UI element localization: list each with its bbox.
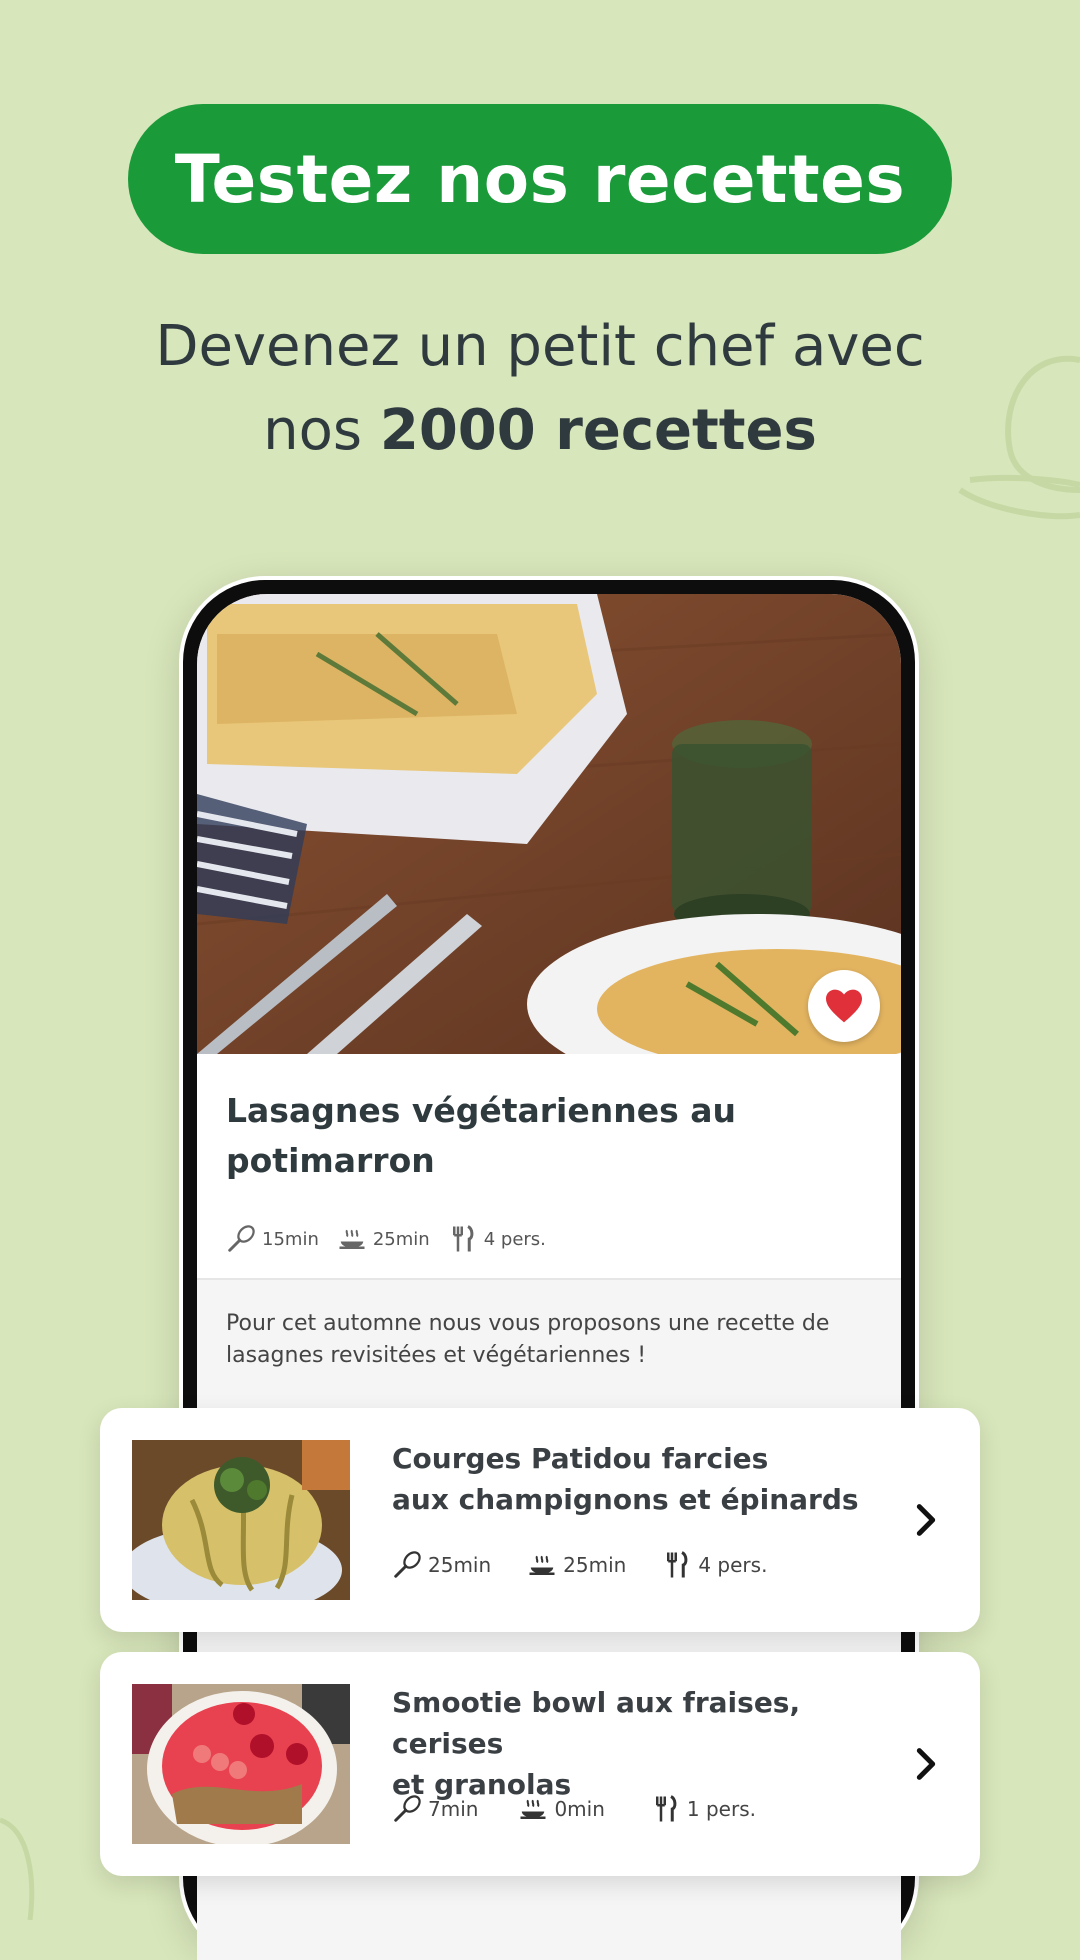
cook-time-value: 25min <box>563 1553 627 1577</box>
featured-recipe-meta: 15min 25min 4 pers. <box>226 1224 564 1254</box>
lasagna-photo[interactable] <box>197 594 901 1054</box>
prep-time-value: 15min <box>262 1228 319 1250</box>
cook-time: 25min <box>527 1550 626 1580</box>
featured-title-line-2: potimarron <box>226 1141 435 1180</box>
cook-time-value: 25min <box>372 1228 430 1250</box>
recipe-meta: 25min 25min 4 pers. <box>392 1550 803 1580</box>
whisk-icon <box>228 1225 255 1252</box>
description-line-1: Pour cet automne nous vous proposons une… <box>226 1311 830 1336</box>
cook-time: 0min <box>518 1794 605 1824</box>
recipe-title-line-2: aux champignons et épinards <box>392 1483 859 1516</box>
favorite-button[interactable] <box>808 970 880 1042</box>
description-line-2: lasagnes revisitées et végétariennes ! <box>226 1343 647 1368</box>
servings: 1 pers. <box>651 1794 756 1824</box>
recipe-title-line-1: Courges Patidou farcies <box>392 1442 769 1475</box>
divider <box>197 1278 901 1280</box>
recipe-title-line-1: Smootie bowl aux fraises, cerises <box>392 1686 801 1760</box>
servings: 4 pers. <box>662 1550 767 1580</box>
cooking-pot-icon <box>520 1799 546 1819</box>
subtitle-prefix: nos <box>263 398 363 463</box>
test-recipes-button[interactable]: Testez nos recettes <box>128 104 952 254</box>
recipe-meta: 7min 0min 1 pers. <box>392 1794 792 1824</box>
recipe-title: Smootie bowl aux fraises, cerises et gra… <box>392 1682 892 1805</box>
heart-icon <box>826 989 862 1023</box>
featured-title-line-1: Lasagnes végétariennes au <box>226 1091 737 1130</box>
featured-recipe-card[interactable]: Lasagnes végétariennes au potimarron 15m… <box>197 1054 901 1278</box>
subtitle-line-2: nos 2000 recettes <box>0 389 1080 473</box>
prep-time: 7min <box>392 1794 478 1824</box>
prep-time-value: 25min <box>428 1553 492 1577</box>
recipe-card-courges[interactable]: Courges Patidou farcies aux champignons … <box>100 1408 980 1632</box>
cook-time: 25min <box>337 1224 430 1254</box>
prep-time: 25min <box>392 1550 491 1580</box>
subtitle: Devenez un petit chef avec nos 2000 rece… <box>0 305 1080 473</box>
chevron-right-icon[interactable] <box>906 1744 946 1784</box>
recipe-title: Courges Patidou farcies aux champignons … <box>392 1438 892 1520</box>
recipe-card-smoothie[interactable]: Smootie bowl aux fraises, cerises et gra… <box>100 1652 980 1876</box>
servings-value: 1 pers. <box>686 1797 756 1821</box>
test-recipes-button-label: Testez nos recettes <box>174 140 906 218</box>
cooking-pot-icon <box>339 1229 365 1249</box>
smoothie-bowl-photo <box>132 1684 350 1844</box>
servings-value: 4 pers. <box>698 1553 768 1577</box>
subtitle-highlight: 2000 recettes <box>379 398 817 463</box>
whisk-icon <box>394 1795 421 1822</box>
courges-photo <box>132 1440 350 1600</box>
servings: 4 pers. <box>448 1224 546 1254</box>
leaf-outline-decoration <box>0 1817 35 1920</box>
cook-time-value: 0min <box>554 1797 605 1821</box>
cooking-pot-icon <box>529 1555 555 1575</box>
servings-value: 4 pers. <box>483 1228 546 1250</box>
fork-knife-icon <box>655 1795 677 1822</box>
prep-time: 15min <box>226 1224 319 1254</box>
prep-time-value: 7min <box>428 1797 479 1821</box>
whisk-icon <box>394 1551 421 1578</box>
fork-knife-icon <box>667 1551 688 1578</box>
fork-knife-icon <box>452 1225 474 1252</box>
subtitle-line-1: Devenez un petit chef avec <box>155 314 925 379</box>
featured-recipe-description: Pour cet automne nous vous proposons une… <box>226 1308 866 1372</box>
chevron-right-icon[interactable] <box>906 1500 946 1540</box>
featured-recipe-title: Lasagnes végétariennes au potimarron <box>226 1086 846 1186</box>
